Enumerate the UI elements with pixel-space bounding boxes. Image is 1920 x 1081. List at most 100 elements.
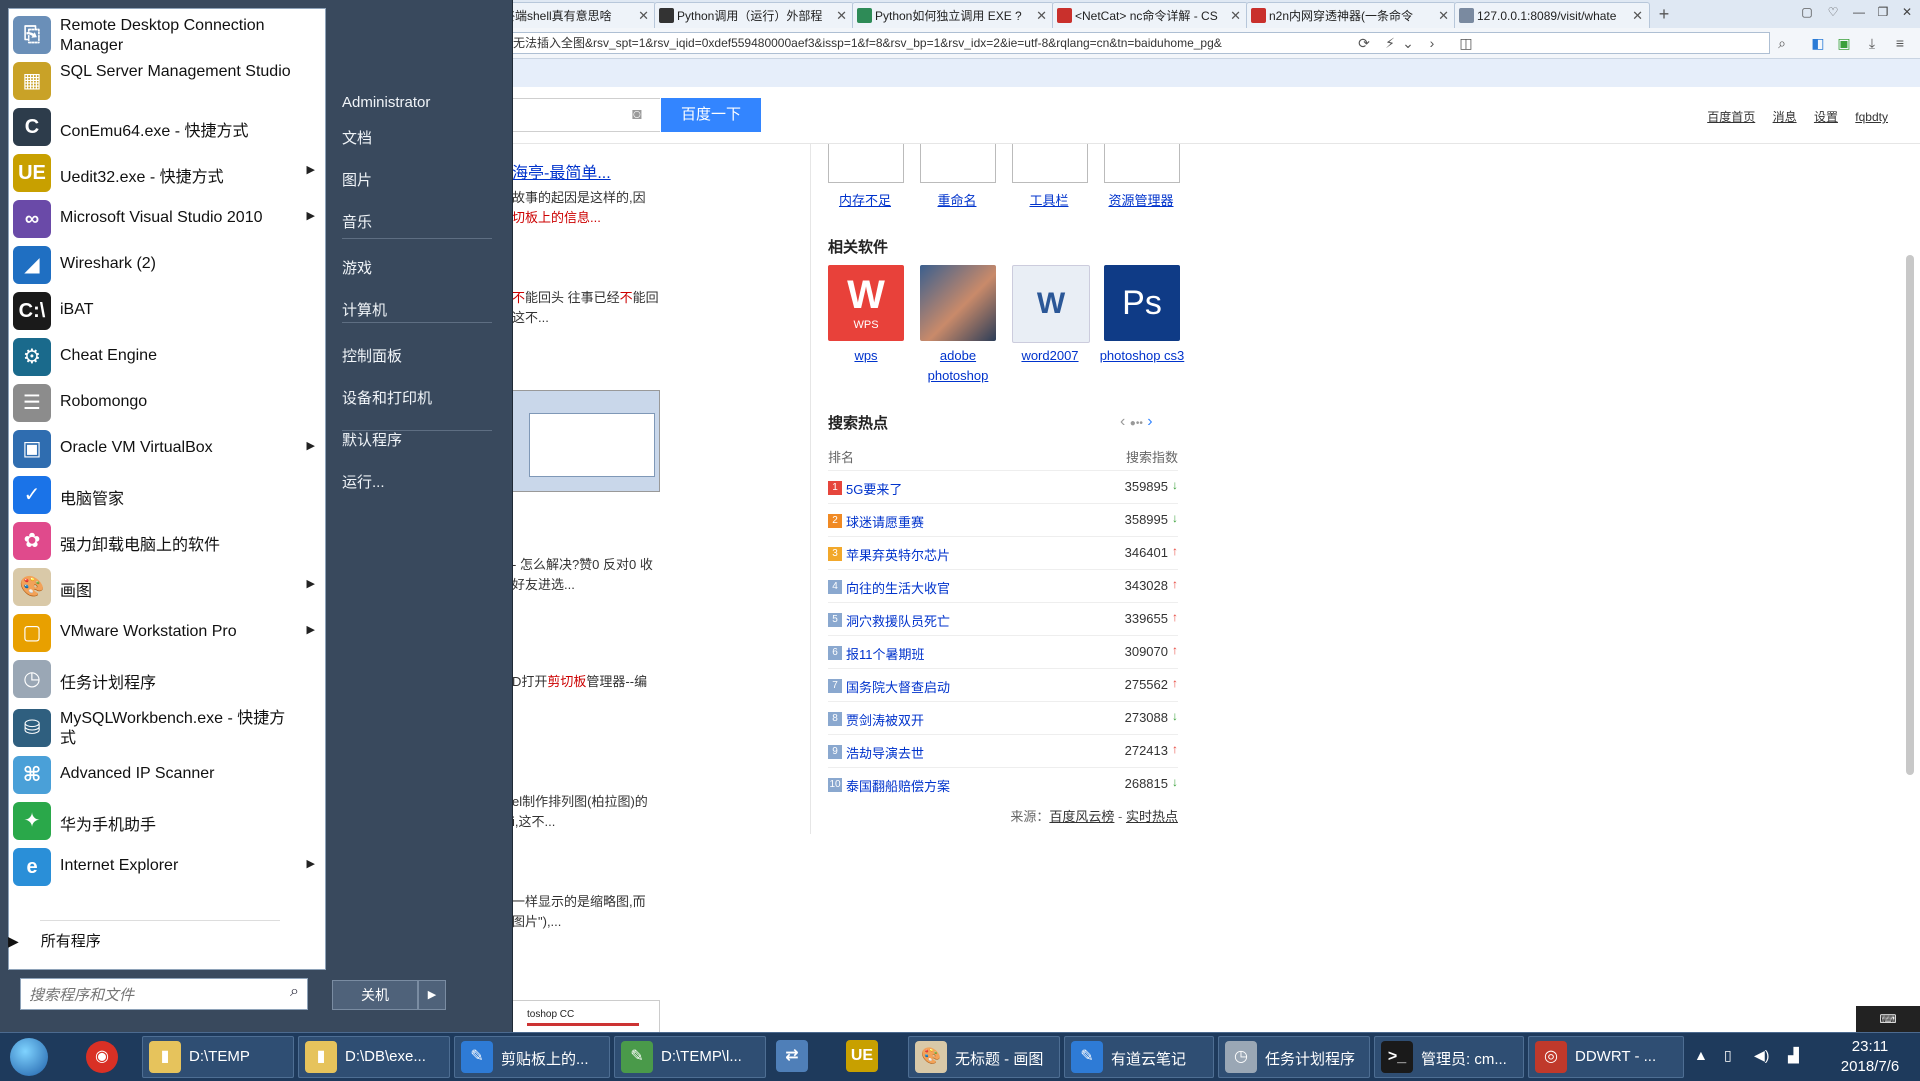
place-item[interactable]: 音乐 — [326, 208, 502, 238]
taskbar-button[interactable]: ◷ 任务计划程序 — [1218, 1036, 1370, 1078]
forward-icon[interactable]: › — [1422, 33, 1442, 53]
place-item[interactable]: 运行... — [326, 468, 502, 498]
program-item[interactable]: ⌘ Advanced IP Scanner — [9, 751, 325, 797]
tab-close-icon[interactable]: ✕ — [1036, 3, 1047, 28]
ps-icon[interactable]: Ps — [1104, 265, 1180, 341]
place-item[interactable]: 图片 — [326, 166, 502, 196]
browser-tab[interactable]: Python如何独立调用 EXE ? ✕ — [852, 2, 1054, 28]
hot-title[interactable]: 泰国翻船赔偿方案 — [846, 776, 950, 795]
menu-icon[interactable]: ≡ — [1890, 33, 1910, 53]
maximize-icon[interactable]: ❐ — [1872, 2, 1894, 22]
word-doc-icon[interactable]: W — [1012, 265, 1090, 343]
network-signal-icon[interactable]: ▟ — [1788, 1047, 1799, 1064]
close-icon[interactable]: ✕ — [1896, 2, 1918, 22]
wps-icon[interactable]: W WPS — [828, 265, 904, 341]
image-thumbnail[interactable] — [920, 144, 996, 183]
address-bar[interactable]: 无法插入全图&rsv_spt=1&rsv_iqid=0xdef559480000… — [440, 32, 1770, 54]
software-caption[interactable]: adobe photoshop — [910, 346, 1006, 386]
taskbar-button[interactable]: ◎ DDWRT - ... — [1528, 1036, 1684, 1078]
hot-title[interactable]: 洞穴救援队员死亡 — [846, 611, 950, 630]
program-item[interactable]: ▢ VMware Workstation Pro ▶ — [9, 609, 325, 655]
image-caption[interactable]: 内存不足 — [820, 190, 910, 209]
source-link-realtime[interactable]: 实时热点 — [1126, 809, 1178, 824]
shutdown-button[interactable]: 关机 — [332, 980, 418, 1010]
hot-title[interactable]: 浩劫导演去世 — [846, 743, 924, 762]
new-tab-button[interactable]: + — [1652, 2, 1676, 26]
search-icon[interactable]: ⌕ — [1772, 33, 1792, 53]
chevron-left-icon[interactable]: ‹ — [1120, 413, 1125, 430]
shutdown-options-icon[interactable]: ▶ — [418, 980, 446, 1010]
chevron-right-icon[interactable]: › — [1147, 413, 1152, 430]
user-link[interactable]: fqbdty — [1855, 110, 1888, 124]
software-caption[interactable]: wps — [818, 346, 914, 366]
program-item[interactable]: ◷ 任务计划程序 — [9, 655, 325, 701]
program-item[interactable]: ◢ Wireshark (2) — [9, 241, 325, 287]
minimize-icon[interactable]: — — [1848, 2, 1870, 22]
hot-row[interactable]: 3 苹果弃英特尔芯片 346401 ↑ — [828, 536, 1178, 570]
browser-tab[interactable]: n2n内网穿透神器(一条命令 ✕ — [1246, 2, 1456, 28]
messages-link[interactable]: 消息 — [1773, 110, 1797, 124]
program-item[interactable]: ✦ 华为手机助手 — [9, 797, 325, 843]
hot-title[interactable]: 球迷请愿重赛 — [846, 512, 924, 531]
start-search-input[interactable] — [27, 983, 271, 1007]
taskbar-button[interactable]: >_ 管理员: cm... — [1374, 1036, 1524, 1078]
program-item[interactable]: ⎘ Remote Desktop Connection Manager — [9, 11, 325, 57]
hot-row[interactable]: 4 向往的生活大收官 343028 ↑ — [828, 569, 1178, 603]
image-caption[interactable]: 重命名 — [912, 190, 1002, 209]
tray-expand-icon[interactable]: ▲ — [1694, 1047, 1708, 1063]
image-thumbnail[interactable] — [828, 144, 904, 183]
vertical-scrollbar[interactable] — [1906, 255, 1914, 775]
program-item[interactable]: ⛁ MySQLWorkbench.exe - 快捷方式 — [9, 704, 325, 750]
software-caption[interactable]: word2007 — [1002, 346, 1098, 366]
browser-tab[interactable]: Python调用（运行）外部程 ✕ — [654, 2, 854, 28]
hot-title[interactable]: 5G要来了 — [846, 479, 902, 498]
tab-close-icon[interactable]: ✕ — [836, 3, 847, 28]
chevron-down-icon[interactable]: ⌄ — [1398, 33, 1418, 53]
search-icon[interactable]: ⌕ — [290, 983, 299, 1001]
result-link[interactable]: 海亭-最简单... — [512, 165, 611, 182]
hot-title[interactable]: 向往的生活大收官 — [846, 578, 950, 597]
taskbar-button[interactable]: ▮ D:\TEMP — [142, 1036, 294, 1078]
program-item[interactable]: ▣ Oracle VM VirtualBox ▶ — [9, 425, 325, 471]
hot-title[interactable]: 国务院大督查启动 — [846, 677, 950, 696]
hot-row[interactable]: 8 贾剑涛被双开 273088 ↓ — [828, 701, 1178, 735]
search-engine-icon[interactable]: ◫ — [1456, 33, 1476, 53]
image-caption[interactable]: 资源管理器 — [1096, 190, 1186, 209]
place-item[interactable]: 游戏 — [326, 254, 502, 284]
hot-row[interactable]: 2 球迷请愿重赛 358995 ↓ — [828, 503, 1178, 537]
tab-close-icon[interactable]: ✕ — [1632, 3, 1643, 28]
restore-icon[interactable]: ▢ — [1796, 2, 1818, 22]
sidebar-icon[interactable]: ◧ — [1808, 33, 1828, 53]
taskbar-button[interactable]: ⇄ — [770, 1036, 836, 1078]
tab-close-icon[interactable]: ✕ — [1438, 3, 1449, 28]
taskbar-button[interactable]: 🎨 无标题 - 画图 — [908, 1036, 1060, 1078]
place-item[interactable]: Administrator — [326, 88, 502, 118]
taskbar-button[interactable]: ✎ 剪贴板上的... — [454, 1036, 610, 1078]
program-item[interactable]: ∞ Microsoft Visual Studio 2010 ▶ — [9, 195, 325, 241]
settings-link[interactable]: 设置 — [1814, 110, 1838, 124]
program-item[interactable]: ✓ 电脑管家 — [9, 471, 325, 517]
image-caption[interactable]: 工具栏 — [1004, 190, 1094, 209]
start-search-box[interactable]: ⌕ — [20, 978, 308, 1010]
photoshop-portrait-icon[interactable] — [920, 265, 996, 341]
hot-title[interactable]: 贾剑涛被双开 — [846, 710, 924, 729]
taskbar-button[interactable]: ▮ D:\DB\exe... — [298, 1036, 450, 1078]
baidu-home-link[interactable]: 百度首页 — [1707, 110, 1755, 124]
source-link-fengyun[interactable]: 百度风云榜 — [1049, 809, 1114, 824]
program-item[interactable]: ☰ Robomongo — [9, 379, 325, 425]
place-item[interactable]: 文档 — [326, 124, 502, 154]
lightning-icon[interactable]: ⚡ — [1380, 33, 1400, 53]
taskbar-pinned-app[interactable]: ◉ — [74, 1036, 130, 1078]
browser-tab[interactable]: 127.0.0.1:8089/visit/whate ✕ — [1454, 2, 1650, 28]
result-thumbnail[interactable]: toshop CC — [512, 1000, 660, 1034]
download-icon[interactable]: ⤓ — [1862, 33, 1882, 53]
taskbar-button[interactable]: ✎ D:\TEMP\l... — [614, 1036, 766, 1078]
extension-icon[interactable]: ▣ — [1834, 33, 1854, 53]
result-title[interactable]: 海亭-最简单... — [512, 164, 611, 184]
result-thumbnail[interactable] — [512, 390, 660, 492]
program-item[interactable]: ⚙ Cheat Engine — [9, 333, 325, 379]
place-item[interactable]: 设备和打印机 — [326, 384, 502, 414]
image-thumbnail[interactable] — [1104, 144, 1180, 183]
program-item[interactable]: ▦ SQL Server Management Studio — [9, 57, 325, 103]
hot-title[interactable]: 报11个暑期班 — [846, 644, 925, 663]
